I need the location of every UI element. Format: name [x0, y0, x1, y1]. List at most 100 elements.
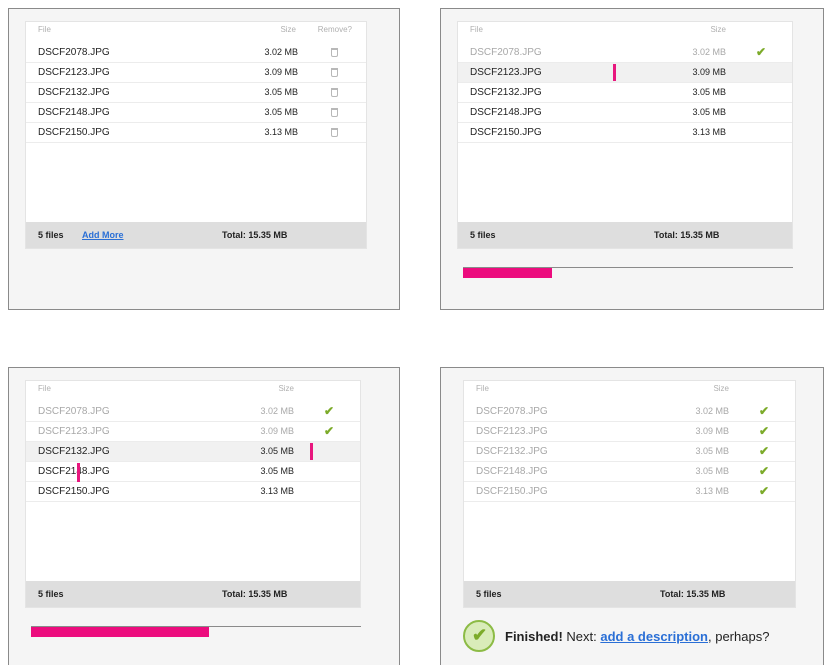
finished-suffix: , perhaps?	[708, 629, 770, 644]
file-list-footer: 5 files Add More Total: 15.35 MB	[26, 222, 366, 248]
file-count: 5 files	[470, 230, 496, 240]
file-size: 3.02 MB	[260, 406, 294, 416]
file-name: DSCF2148.JPG	[476, 466, 548, 477]
file-row: DSCF2132.JPG 3.05 MB	[26, 83, 366, 103]
column-header-size: Size	[713, 384, 729, 393]
file-size: 3.05 MB	[260, 466, 294, 476]
file-size: 3.09 MB	[264, 67, 298, 77]
trash-icon[interactable]	[331, 88, 338, 97]
file-list: File Size DSCF2078.JPG 3.02 MB ✔ DSCF212…	[457, 21, 793, 249]
file-row: DSCF2078.JPG 3.02 MB ✔	[26, 402, 360, 422]
total-size: Total: 15.35 MB	[222, 589, 288, 599]
upload-indicator	[613, 64, 616, 81]
file-row: DSCF2078.JPG 3.02 MB ✔	[464, 402, 795, 422]
file-count: 5 files	[38, 589, 64, 599]
file-row: DSCF2078.JPG 3.02 MB	[26, 43, 366, 63]
upload-indicator	[310, 443, 313, 460]
file-name: DSCF2132.JPG	[38, 87, 110, 98]
file-row: DSCF2148.JPG 3.05 MB	[26, 103, 366, 123]
file-row: DSCF2123.JPG 3.09 MB	[458, 63, 792, 83]
column-header-size: Size	[280, 25, 296, 34]
add-description-link[interactable]: add a description	[600, 629, 708, 644]
finished-next: Next:	[562, 629, 601, 644]
checkmark-circle-icon: ✔	[463, 620, 495, 652]
file-row: DSCF2123.JPG 3.09 MB ✔	[464, 422, 795, 442]
file-list: File Size DSCF2078.JPG 3.02 MB ✔ DSCF212…	[463, 380, 796, 608]
file-name: DSCF2078.JPG	[38, 406, 110, 417]
file-row: DSCF2132.JPG 3.05 MB	[458, 83, 792, 103]
file-size: 3.13 MB	[264, 127, 298, 137]
file-name: DSCF2123.JPG	[38, 426, 110, 437]
file-row: DSCF2148.JPG 3.05 MB ✔	[464, 462, 795, 482]
file-name: DSCF2150.JPG	[470, 127, 542, 138]
checkmark-icon: ✔	[758, 464, 769, 478]
file-row: DSCF2150.JPG 3.13 MB	[26, 123, 366, 143]
upload-panel-progress-2: File Size DSCF2078.JPG 3.02 MB ✔ DSCF212…	[8, 367, 400, 665]
file-name: DSCF2150.JPG	[38, 127, 110, 138]
trash-icon[interactable]	[331, 128, 338, 137]
finished-text: Finished! Next: add a description, perha…	[505, 629, 769, 644]
file-name: DSCF2078.JPG	[470, 47, 542, 58]
file-size: 3.05 MB	[692, 107, 726, 117]
file-size: 3.05 MB	[695, 466, 729, 476]
upload-progress-bar	[463, 267, 793, 279]
upload-progress-bar	[31, 626, 361, 638]
file-row: DSCF2148.JPG 3.05 MB	[458, 103, 792, 123]
trash-icon[interactable]	[331, 48, 338, 57]
column-header-file: File	[38, 384, 51, 393]
text-cursor	[77, 463, 80, 482]
file-row: DSCF2123.JPG 3.09 MB ✔	[26, 422, 360, 442]
file-list-footer: 5 files Total: 15.35 MB	[26, 581, 360, 607]
column-header-file: File	[476, 384, 489, 393]
file-name: DSCF2148.JPG	[38, 107, 110, 118]
file-size: 3.02 MB	[692, 47, 726, 57]
trash-icon[interactable]	[331, 68, 338, 77]
file-size: 3.05 MB	[692, 87, 726, 97]
column-header-remove: Remove?	[317, 25, 352, 34]
checkmark-icon: ✔	[758, 404, 769, 418]
file-size: 3.05 MB	[264, 107, 298, 117]
file-count: 5 files	[38, 230, 64, 240]
file-name: DSCF2123.JPG	[38, 67, 110, 78]
column-header-file: File	[470, 25, 483, 34]
column-header-file: File	[38, 25, 51, 34]
file-name: DSCF2078.JPG	[38, 47, 110, 58]
file-size: 3.02 MB	[695, 406, 729, 416]
file-list: File Size Remove? DSCF2078.JPG 3.02 MB D…	[25, 21, 367, 249]
file-size: 3.09 MB	[695, 426, 729, 436]
file-count: 5 files	[476, 589, 502, 599]
file-size: 3.09 MB	[260, 426, 294, 436]
file-name: DSCF2150.JPG	[38, 486, 110, 497]
file-list-footer: 5 files Total: 15.35 MB	[464, 581, 795, 607]
file-name: DSCF2123.JPG	[470, 67, 542, 78]
file-name: DSCF2132.JPG	[470, 87, 542, 98]
upload-panel-progress-1: File Size DSCF2078.JPG 3.02 MB ✔ DSCF212…	[440, 8, 824, 310]
progress-fill	[31, 627, 210, 637]
file-size: 3.05 MB	[264, 87, 298, 97]
progress-fill	[463, 268, 553, 278]
file-name: DSCF2148.JPG	[38, 466, 110, 477]
file-name: DSCF2132.JPG	[38, 446, 110, 457]
total-size: Total: 15.35 MB	[222, 230, 288, 240]
checkmark-icon: ✔	[758, 484, 769, 498]
file-size: 3.09 MB	[692, 67, 726, 77]
file-list: File Size DSCF2078.JPG 3.02 MB ✔ DSCF212…	[25, 380, 361, 608]
trash-icon[interactable]	[331, 108, 338, 117]
checkmark-icon: ✔	[755, 45, 766, 59]
checkmark-icon: ✔	[323, 404, 334, 418]
checkmark-icon: ✔	[758, 444, 769, 458]
file-size: 3.05 MB	[260, 446, 294, 456]
file-row: DSCF2148.JPG 3.05 MB	[26, 462, 360, 482]
column-header-size: Size	[278, 384, 294, 393]
file-name: DSCF2123.JPG	[476, 426, 548, 437]
file-row: DSCF2132.JPG 3.05 MB ✔	[464, 442, 795, 462]
file-name: DSCF2078.JPG	[476, 406, 548, 417]
add-more-link[interactable]: Add More	[82, 230, 124, 240]
file-size: 3.13 MB	[260, 486, 294, 496]
upload-panel-finished: File Size DSCF2078.JPG 3.02 MB ✔ DSCF212…	[440, 367, 824, 665]
file-row: DSCF2150.JPG 3.13 MB	[458, 123, 792, 143]
file-row: DSCF2150.JPG 3.13 MB ✔	[464, 482, 795, 502]
total-size: Total: 15.35 MB	[654, 230, 720, 240]
file-row: DSCF2078.JPG 3.02 MB ✔	[458, 43, 792, 63]
file-size: 3.05 MB	[695, 446, 729, 456]
